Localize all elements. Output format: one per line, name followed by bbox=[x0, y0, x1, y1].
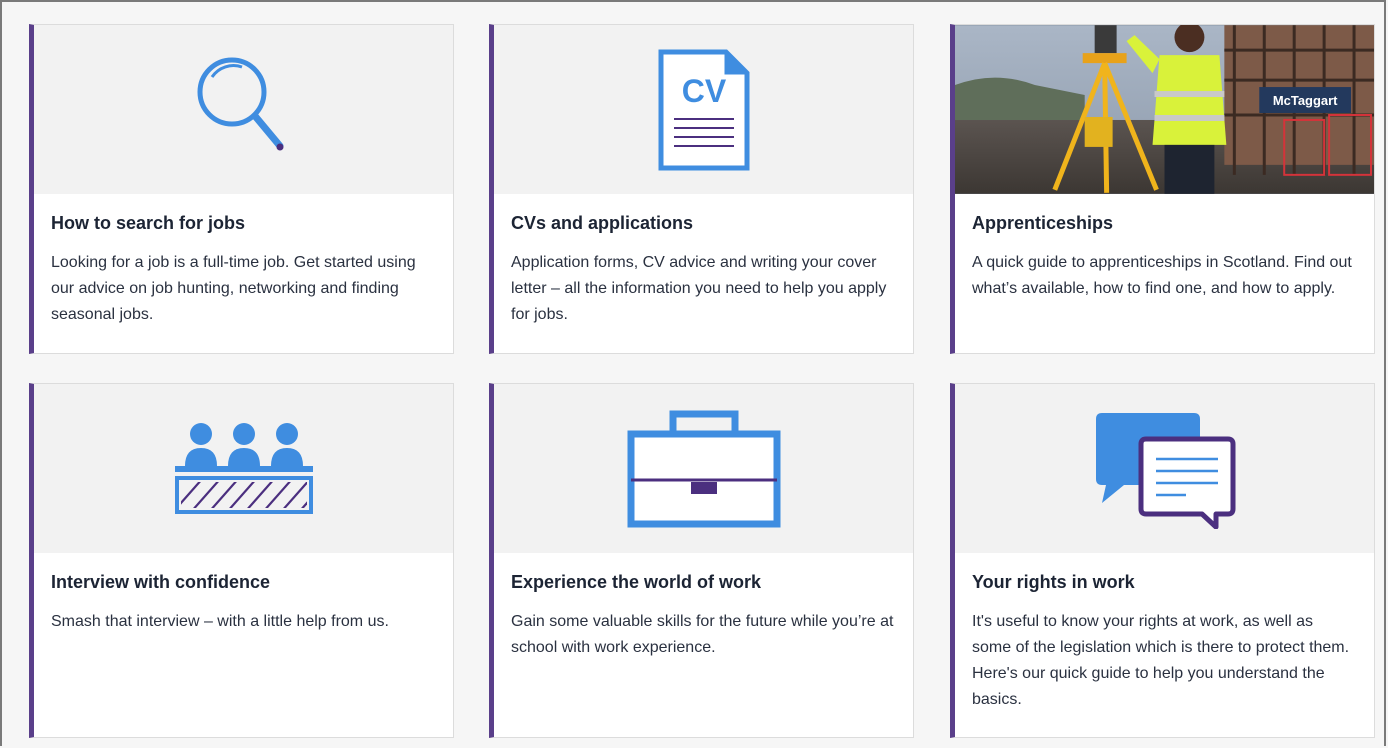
card-your-rights-in-work[interactable]: Your rights in work It's useful to know … bbox=[950, 383, 1375, 738]
card-media bbox=[494, 384, 913, 553]
card-title[interactable]: How to search for jobs bbox=[51, 211, 435, 235]
card-media bbox=[34, 25, 453, 194]
briefcase-icon bbox=[627, 410, 780, 527]
card-title[interactable]: Your rights in work bbox=[972, 570, 1356, 594]
card-description: Gain some valuable skills for the future… bbox=[511, 613, 894, 656]
card-description: It's useful to know your rights at work,… bbox=[972, 613, 1350, 708]
cv-document-icon: CV bbox=[658, 49, 749, 170]
card-apprenticeships[interactable]: McTaggart Apprenticeships A quick guide … bbox=[950, 24, 1375, 354]
card-description: Smash that interview – with a little hel… bbox=[51, 613, 389, 630]
card-media bbox=[34, 384, 453, 553]
card-how-to-search-for-jobs[interactable]: How to search for jobs Looking for a job… bbox=[29, 24, 454, 354]
card-title[interactable]: Apprenticeships bbox=[972, 211, 1356, 235]
apprentice-surveyor-photo: McTaggart bbox=[955, 25, 1374, 194]
card-cvs-and-applications[interactable]: CV CVs and applications Application form… bbox=[489, 24, 914, 354]
card-interview-with-confidence[interactable]: Interview with confidence Smash that int… bbox=[29, 383, 454, 738]
card-title[interactable]: Experience the world of work bbox=[511, 570, 895, 594]
card-description: Application forms, CV advice and writing… bbox=[511, 254, 887, 323]
card-experience-the-world-of-work[interactable]: Experience the world of work Gain some v… bbox=[489, 383, 914, 738]
cv-icon-text: CV bbox=[681, 73, 726, 109]
magnifying-glass-icon bbox=[197, 57, 283, 150]
card-description: Looking for a job is a full-time job. Ge… bbox=[51, 254, 416, 323]
photo-illustration: McTaggart bbox=[955, 25, 1374, 194]
card-title[interactable]: Interview with confidence bbox=[51, 570, 435, 594]
card-title[interactable]: CVs and applications bbox=[511, 211, 895, 235]
sign-text: McTaggart bbox=[1273, 93, 1338, 108]
card-media bbox=[955, 384, 1374, 553]
interview-panel-icon bbox=[174, 422, 313, 514]
speech-bubbles-icon bbox=[1095, 412, 1235, 529]
card-description: A quick guide to apprenticeships in Scot… bbox=[972, 254, 1352, 297]
card-media: CV bbox=[494, 25, 913, 194]
